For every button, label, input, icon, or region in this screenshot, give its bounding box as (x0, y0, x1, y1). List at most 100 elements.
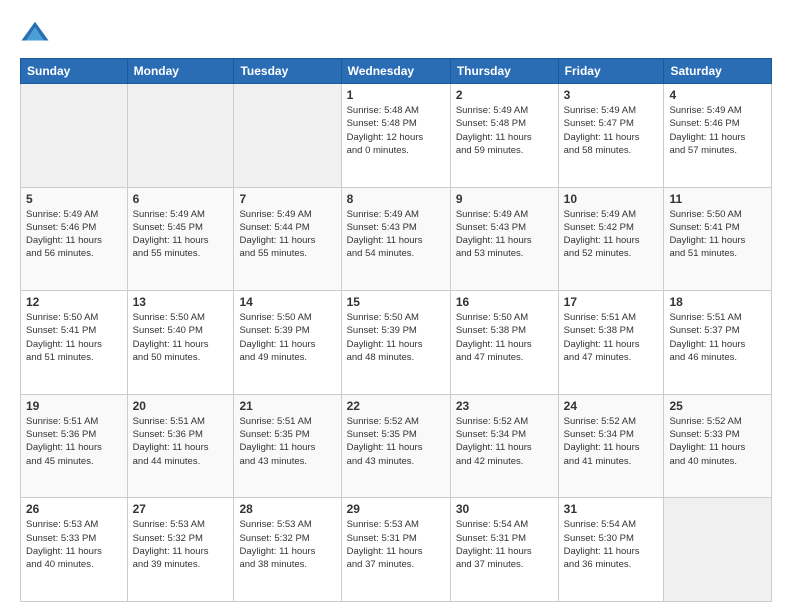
day-info: Sunrise: 5:49 AM Sunset: 5:46 PM Dayligh… (26, 208, 122, 261)
day-info: Sunrise: 5:50 AM Sunset: 5:40 PM Dayligh… (133, 311, 229, 364)
day-number: 3 (564, 88, 659, 102)
day-info: Sunrise: 5:54 AM Sunset: 5:30 PM Dayligh… (564, 518, 659, 571)
day-info: Sunrise: 5:50 AM Sunset: 5:39 PM Dayligh… (347, 311, 445, 364)
day-info: Sunrise: 5:50 AM Sunset: 5:41 PM Dayligh… (26, 311, 122, 364)
day-number: 21 (239, 399, 335, 413)
day-number: 22 (347, 399, 445, 413)
day-number: 16 (456, 295, 553, 309)
calendar-week-2: 5 Sunrise: 5:49 AM Sunset: 5:46 PM Daylig… (21, 187, 772, 291)
day-info: Sunrise: 5:50 AM Sunset: 5:39 PM Dayligh… (239, 311, 335, 364)
calendar-cell: 17 Sunrise: 5:51 AM Sunset: 5:38 PM Dayli… (558, 291, 664, 395)
day-number: 31 (564, 502, 659, 516)
day-info: Sunrise: 5:49 AM Sunset: 5:43 PM Dayligh… (456, 208, 553, 261)
day-number: 28 (239, 502, 335, 516)
calendar-cell: 28 Sunrise: 5:53 AM Sunset: 5:32 PM Dayli… (234, 498, 341, 602)
calendar-cell (127, 84, 234, 188)
calendar-cell: 11 Sunrise: 5:50 AM Sunset: 5:41 PM Dayli… (664, 187, 772, 291)
day-number: 27 (133, 502, 229, 516)
day-info: Sunrise: 5:52 AM Sunset: 5:35 PM Dayligh… (347, 415, 445, 468)
day-number: 15 (347, 295, 445, 309)
calendar-cell: 12 Sunrise: 5:50 AM Sunset: 5:41 PM Dayli… (21, 291, 128, 395)
day-info: Sunrise: 5:49 AM Sunset: 5:43 PM Dayligh… (347, 208, 445, 261)
day-number: 26 (26, 502, 122, 516)
day-number: 11 (669, 192, 766, 206)
calendar-cell: 27 Sunrise: 5:53 AM Sunset: 5:32 PM Dayli… (127, 498, 234, 602)
day-number: 20 (133, 399, 229, 413)
calendar-cell: 23Sunrise: 5:52 AM Sunset: 5:34 PM Dayli… (450, 394, 558, 498)
day-info: Sunrise: 5:49 AM Sunset: 5:42 PM Dayligh… (564, 208, 659, 261)
calendar-header-friday: Friday (558, 59, 664, 84)
calendar-cell: 22 Sunrise: 5:52 AM Sunset: 5:35 PM Dayli… (341, 394, 450, 498)
calendar-cell: 19 Sunrise: 5:51 AM Sunset: 5:36 PM Dayli… (21, 394, 128, 498)
calendar-header-saturday: Saturday (664, 59, 772, 84)
day-number: 17 (564, 295, 659, 309)
calendar-week-3: 12 Sunrise: 5:50 AM Sunset: 5:41 PM Dayli… (21, 291, 772, 395)
day-number: 4 (669, 88, 766, 102)
day-info: Sunrise: 5:51 AM Sunset: 5:36 PM Dayligh… (133, 415, 229, 468)
day-info: Sunrise: 5:51 AM Sunset: 5:38 PM Dayligh… (564, 311, 659, 364)
calendar-header-wednesday: Wednesday (341, 59, 450, 84)
calendar-cell: 1Sunrise: 5:48 AM Sunset: 5:48 PM Daylig… (341, 84, 450, 188)
day-info: Sunrise: 5:53 AM Sunset: 5:33 PM Dayligh… (26, 518, 122, 571)
day-number: 30 (456, 502, 553, 516)
logo (20, 18, 54, 48)
day-number: 12 (26, 295, 122, 309)
day-info: Sunrise: 5:50 AM Sunset: 5:41 PM Dayligh… (669, 208, 766, 261)
day-number: 19 (26, 399, 122, 413)
calendar-cell: 30 Sunrise: 5:54 AM Sunset: 5:31 PM Dayli… (450, 498, 558, 602)
calendar-cell: 10 Sunrise: 5:49 AM Sunset: 5:42 PM Dayli… (558, 187, 664, 291)
calendar-header-tuesday: Tuesday (234, 59, 341, 84)
day-info: Sunrise: 5:53 AM Sunset: 5:31 PM Dayligh… (347, 518, 445, 571)
calendar-cell: 13 Sunrise: 5:50 AM Sunset: 5:40 PM Dayli… (127, 291, 234, 395)
calendar-week-1: 1Sunrise: 5:48 AM Sunset: 5:48 PM Daylig… (21, 84, 772, 188)
day-info: Sunrise: 5:52 AM Sunset: 5:34 PM Dayligh… (564, 415, 659, 468)
day-info: Sunrise: 5:49 AM Sunset: 5:47 PM Dayligh… (564, 104, 659, 157)
calendar-cell: 18Sunrise: 5:51 AM Sunset: 5:37 PM Dayli… (664, 291, 772, 395)
day-number: 6 (133, 192, 229, 206)
day-number: 13 (133, 295, 229, 309)
calendar-cell (234, 84, 341, 188)
calendar-cell: 5 Sunrise: 5:49 AM Sunset: 5:46 PM Daylig… (21, 187, 128, 291)
calendar-cell: 15 Sunrise: 5:50 AM Sunset: 5:39 PM Dayli… (341, 291, 450, 395)
day-number: 25 (669, 399, 766, 413)
calendar-header-thursday: Thursday (450, 59, 558, 84)
day-number: 9 (456, 192, 553, 206)
calendar-week-4: 19 Sunrise: 5:51 AM Sunset: 5:36 PM Dayli… (21, 394, 772, 498)
day-info: Sunrise: 5:49 AM Sunset: 5:45 PM Dayligh… (133, 208, 229, 261)
header (20, 18, 772, 48)
calendar-cell (664, 498, 772, 602)
day-number: 10 (564, 192, 659, 206)
calendar-cell: 2 Sunrise: 5:49 AM Sunset: 5:48 PM Daylig… (450, 84, 558, 188)
calendar-header-monday: Monday (127, 59, 234, 84)
day-info: Sunrise: 5:53 AM Sunset: 5:32 PM Dayligh… (133, 518, 229, 571)
day-info: Sunrise: 5:51 AM Sunset: 5:36 PM Dayligh… (26, 415, 122, 468)
calendar-cell: 14Sunrise: 5:50 AM Sunset: 5:39 PM Dayli… (234, 291, 341, 395)
calendar-cell: 16 Sunrise: 5:50 AM Sunset: 5:38 PM Dayli… (450, 291, 558, 395)
day-info: Sunrise: 5:53 AM Sunset: 5:32 PM Dayligh… (239, 518, 335, 571)
calendar-cell: 7Sunrise: 5:49 AM Sunset: 5:44 PM Daylig… (234, 187, 341, 291)
calendar-header-row: SundayMondayTuesdayWednesdayThursdayFrid… (21, 59, 772, 84)
calendar-cell: 20 Sunrise: 5:51 AM Sunset: 5:36 PM Dayli… (127, 394, 234, 498)
day-info: Sunrise: 5:49 AM Sunset: 5:44 PM Dayligh… (239, 208, 335, 261)
day-info: Sunrise: 5:54 AM Sunset: 5:31 PM Dayligh… (456, 518, 553, 571)
calendar-cell: 3 Sunrise: 5:49 AM Sunset: 5:47 PM Daylig… (558, 84, 664, 188)
day-info: Sunrise: 5:52 AM Sunset: 5:33 PM Dayligh… (669, 415, 766, 468)
day-info: Sunrise: 5:51 AM Sunset: 5:35 PM Dayligh… (239, 415, 335, 468)
day-number: 1 (347, 88, 445, 102)
day-number: 29 (347, 502, 445, 516)
calendar-cell (21, 84, 128, 188)
day-info: Sunrise: 5:52 AM Sunset: 5:34 PM Dayligh… (456, 415, 553, 468)
logo-icon (20, 18, 50, 48)
calendar-cell: 24Sunrise: 5:52 AM Sunset: 5:34 PM Dayli… (558, 394, 664, 498)
calendar-cell: 4 Sunrise: 5:49 AM Sunset: 5:46 PM Daylig… (664, 84, 772, 188)
day-info: Sunrise: 5:49 AM Sunset: 5:48 PM Dayligh… (456, 104, 553, 157)
day-number: 5 (26, 192, 122, 206)
day-number: 2 (456, 88, 553, 102)
day-info: Sunrise: 5:50 AM Sunset: 5:38 PM Dayligh… (456, 311, 553, 364)
page: SundayMondayTuesdayWednesdayThursdayFrid… (0, 0, 792, 612)
calendar-cell: 21 Sunrise: 5:51 AM Sunset: 5:35 PM Dayli… (234, 394, 341, 498)
calendar-cell: 25 Sunrise: 5:52 AM Sunset: 5:33 PM Dayli… (664, 394, 772, 498)
day-number: 8 (347, 192, 445, 206)
day-info: Sunrise: 5:49 AM Sunset: 5:46 PM Dayligh… (669, 104, 766, 157)
calendar-cell: 8 Sunrise: 5:49 AM Sunset: 5:43 PM Daylig… (341, 187, 450, 291)
